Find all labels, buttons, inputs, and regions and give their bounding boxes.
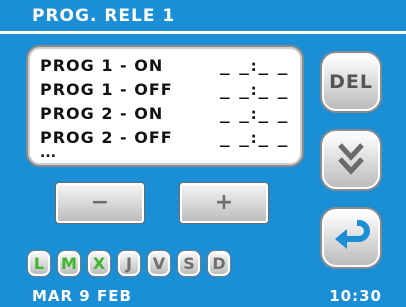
program-list-panel: PROG 1 - ON _ _:_ _ PROG 1 - OFF _ _:_ _… xyxy=(26,45,304,167)
minus-label: − xyxy=(90,190,110,215)
day-label: V xyxy=(152,254,166,273)
double-chevron-down-icon xyxy=(336,139,366,181)
day-label: S xyxy=(183,254,195,273)
day-label: L xyxy=(33,254,45,273)
return-arrow-icon xyxy=(331,219,371,257)
program-row-time[interactable]: _ _:_ _ xyxy=(220,128,287,150)
day-toggle-s[interactable]: S xyxy=(178,251,200,276)
day-toggle-j[interactable]: J xyxy=(118,251,140,276)
day-toggle-v[interactable]: V xyxy=(148,251,170,276)
program-row-label[interactable]: PROG 1 - ON xyxy=(40,56,163,78)
del-button[interactable]: DEL xyxy=(322,53,380,111)
day-label: X xyxy=(92,254,106,273)
day-toggle-x[interactable]: X xyxy=(88,251,110,276)
date-display: MAR 9 FEB xyxy=(32,287,132,305)
program-row-label[interactable]: PROG 2 - OFF xyxy=(40,128,173,150)
program-row-label[interactable]: PROG 2 - ON xyxy=(40,104,163,126)
day-label: J xyxy=(126,254,132,273)
day-toggle-d[interactable]: D xyxy=(208,251,230,276)
day-label: M xyxy=(61,254,77,273)
scroll-down-button[interactable] xyxy=(322,131,380,189)
del-button-label: DEL xyxy=(329,71,373,93)
plus-label: + xyxy=(214,190,234,215)
program-row-time[interactable]: _ _:_ _ xyxy=(220,80,287,102)
program-row-time[interactable]: _ _:_ _ xyxy=(220,104,287,126)
title-divider xyxy=(0,31,406,34)
day-label: D xyxy=(212,254,226,273)
page-title: PROG. RELE 1 xyxy=(32,6,176,26)
day-toggle-l[interactable]: L xyxy=(28,251,50,276)
program-row-time[interactable]: _ _:_ _ xyxy=(220,56,287,78)
plus-button[interactable]: + xyxy=(180,183,268,223)
day-toggle-m[interactable]: M xyxy=(58,251,80,276)
status-footer: MAR 9 FEB 10:30 xyxy=(0,285,406,307)
more-indicator: ... xyxy=(40,145,56,161)
enter-button[interactable] xyxy=(322,209,380,267)
minus-button[interactable]: − xyxy=(56,183,144,223)
clock-display: 10:30 xyxy=(329,287,382,305)
program-row-label[interactable]: PROG 1 - OFF xyxy=(40,80,173,102)
title-bar: PROG. RELE 1 xyxy=(0,0,406,31)
